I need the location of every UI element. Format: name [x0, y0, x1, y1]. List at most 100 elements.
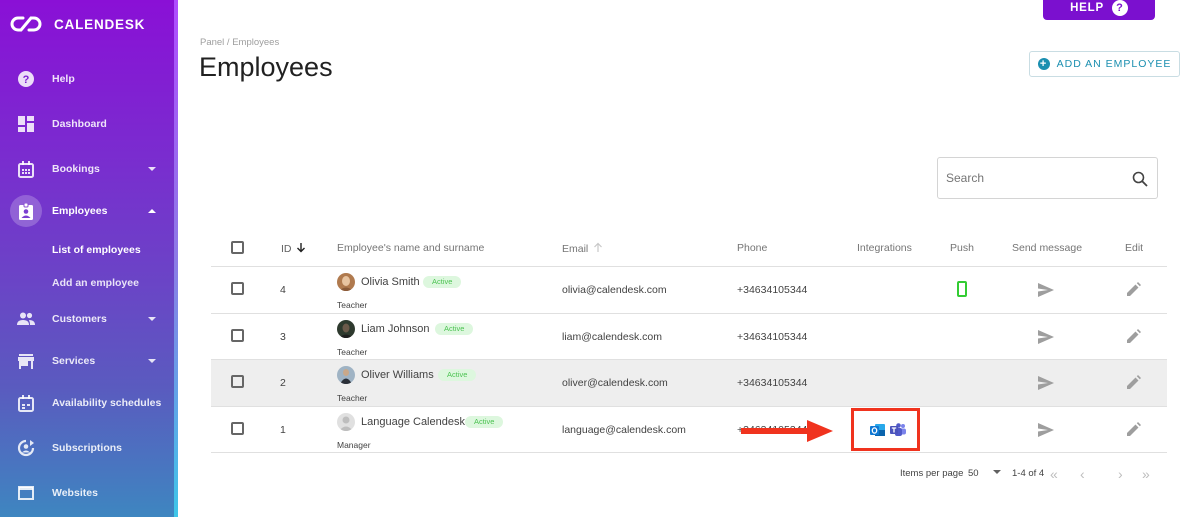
- search-icon[interactable]: [1132, 171, 1148, 187]
- page-title: Employees: [199, 52, 333, 82]
- column-header-name: Employee's name and surname: [337, 242, 485, 254]
- edit-pencil-icon[interactable]: [1127, 282, 1141, 296]
- integrations-highlight: [851, 407, 920, 451]
- sidebar-item-label: Customers: [52, 313, 107, 325]
- sidebar-item-bookings[interactable]: Bookings: [0, 151, 174, 187]
- send-message-icon[interactable]: [1038, 422, 1054, 437]
- items-per-page-value: 50: [968, 468, 979, 479]
- breadcrumb: Panel / Employees: [200, 37, 280, 48]
- sidebar-item-label: Availability schedules: [52, 397, 162, 409]
- column-header-id[interactable]: ID: [281, 242, 306, 255]
- first-page-icon[interactable]: «: [1050, 466, 1058, 482]
- sidebar-item-label: Employees: [52, 205, 108, 217]
- sidebar-item-availability-schedules[interactable]: Availability schedules: [0, 385, 174, 421]
- badge-icon: [10, 195, 42, 227]
- status-badge: Active: [465, 415, 504, 428]
- sidebar-subitem-add-an-employee[interactable]: Add an employee: [52, 277, 139, 289]
- row-checkbox[interactable]: [231, 375, 244, 388]
- sidebar-item-label: Services: [52, 355, 96, 367]
- row-checkbox[interactable]: [231, 328, 244, 342]
- items-per-page-label: Items per page: [900, 468, 964, 479]
- chevron-down-icon: [148, 167, 156, 171]
- help-circle-icon: ?: [16, 69, 36, 89]
- sidebar-item-customers[interactable]: Customers: [0, 301, 174, 337]
- brand-logo[interactable]: CALENDESK: [10, 14, 145, 34]
- avatar: [337, 366, 355, 384]
- status-badge: Active: [438, 369, 477, 381]
- pagination-range: 1-4 of 4: [1012, 468, 1045, 479]
- sidebar-edge-accent: [174, 0, 178, 517]
- sidebar-item-subscriptions[interactable]: Subscriptions: [0, 430, 174, 466]
- employee-id: 2: [280, 377, 286, 389]
- brand-name: CALENDESK: [54, 16, 146, 32]
- status-badge: Active: [423, 276, 462, 288]
- edit-pencil-icon[interactable]: [1127, 375, 1141, 389]
- employee-id: 4: [280, 284, 286, 296]
- search-input[interactable]: [946, 168, 1126, 188]
- employee-name[interactable]: Oliver Williams: [361, 369, 434, 381]
- avatar: [337, 273, 355, 291]
- phone-push-enabled-icon: [957, 281, 967, 297]
- previous-page-icon[interactable]: ‹: [1080, 466, 1085, 482]
- table-row[interactable]: 3 Liam Johnson Active Teacher liam@calen…: [211, 314, 1167, 360]
- table-row[interactable]: 1 Language Calendesk Active Manager lang…: [211, 407, 1167, 453]
- calendar-schedule-icon: [16, 393, 36, 413]
- table-row[interactable]: 2 Oliver Williams Active Teacher oliver@…: [211, 360, 1167, 407]
- employee-role: Teacher: [337, 346, 368, 357]
- people-icon: [16, 309, 36, 329]
- row-checkbox[interactable]: [231, 282, 244, 295]
- column-header-label: ID: [281, 243, 292, 255]
- sidebar-item-services[interactable]: Services: [0, 343, 174, 379]
- dropdown-caret-icon: [993, 470, 1002, 474]
- employee-phone: +34634105344: [737, 330, 808, 343]
- sidebar-item-dashboard[interactable]: Dashboard: [0, 106, 174, 142]
- sidebar-item-label: Websites: [52, 487, 98, 499]
- dashboard-icon: [16, 114, 36, 134]
- svg-text:?: ?: [23, 74, 30, 86]
- send-message-icon[interactable]: [1038, 329, 1054, 344]
- employee-email: liam@calendesk.com: [562, 330, 662, 343]
- items-per-page-select[interactable]: 50: [968, 468, 1002, 479]
- employee-role: Manager: [337, 439, 371, 450]
- employee-phone: +34634105344: [737, 377, 808, 389]
- add-employee-button[interactable]: + ADD AN EMPLOYEE: [1029, 51, 1180, 77]
- help-button[interactable]: HELP ?: [1043, 0, 1155, 20]
- sidebar-item-websites[interactable]: Websites: [0, 475, 174, 511]
- sidebar-subitem-list-of-employees[interactable]: List of employees: [52, 244, 141, 256]
- annotation-arrow-icon: [741, 419, 833, 442]
- calendesk-logo-icon: [10, 16, 42, 32]
- chevron-down-icon: [148, 317, 156, 321]
- send-message-icon[interactable]: [1038, 283, 1054, 297]
- edit-pencil-icon[interactable]: [1127, 328, 1141, 343]
- outlook-icon[interactable]: [870, 423, 885, 437]
- employee-email: olivia@calendesk.com: [562, 284, 667, 296]
- send-message-icon[interactable]: [1038, 376, 1054, 390]
- teams-icon[interactable]: [890, 422, 906, 437]
- column-header-push: Push: [950, 242, 974, 254]
- select-all-checkbox[interactable]: [231, 241, 244, 254]
- browser-window-icon: [16, 483, 36, 503]
- row-checkbox[interactable]: [231, 421, 244, 435]
- next-page-icon[interactable]: ›: [1118, 466, 1123, 482]
- edit-pencil-icon[interactable]: [1127, 421, 1141, 436]
- arrow-up-icon: [594, 242, 603, 252]
- question-mark-icon: ?: [1111, 0, 1128, 16]
- column-header-integrations: Integrations: [857, 242, 912, 254]
- table-row[interactable]: 4 Olivia Smith Active Teacher olivia@cal…: [211, 267, 1167, 314]
- employee-role: Teacher: [337, 300, 368, 310]
- employee-name[interactable]: Language Calendesk: [361, 416, 465, 428]
- column-header-email[interactable]: Email: [562, 242, 603, 255]
- employee-role: Teacher: [337, 393, 368, 403]
- search-field[interactable]: [937, 157, 1158, 199]
- store-icon: [16, 351, 36, 371]
- employee-name[interactable]: Liam Johnson: [361, 323, 430, 335]
- sidebar: CALENDESK ? Help Dashboard Bookings Empl…: [0, 0, 178, 517]
- arrow-down-icon: [297, 243, 306, 253]
- help-button-label: HELP: [1070, 2, 1104, 14]
- sidebar-item-help[interactable]: ? Help: [0, 61, 174, 97]
- plus-circle-icon: +: [1037, 58, 1050, 70]
- employee-name[interactable]: Olivia Smith: [361, 276, 420, 288]
- last-page-icon[interactable]: »: [1142, 466, 1150, 482]
- sidebar-item-label: Dashboard: [52, 118, 107, 130]
- sidebar-item-employees[interactable]: Employees: [0, 193, 174, 229]
